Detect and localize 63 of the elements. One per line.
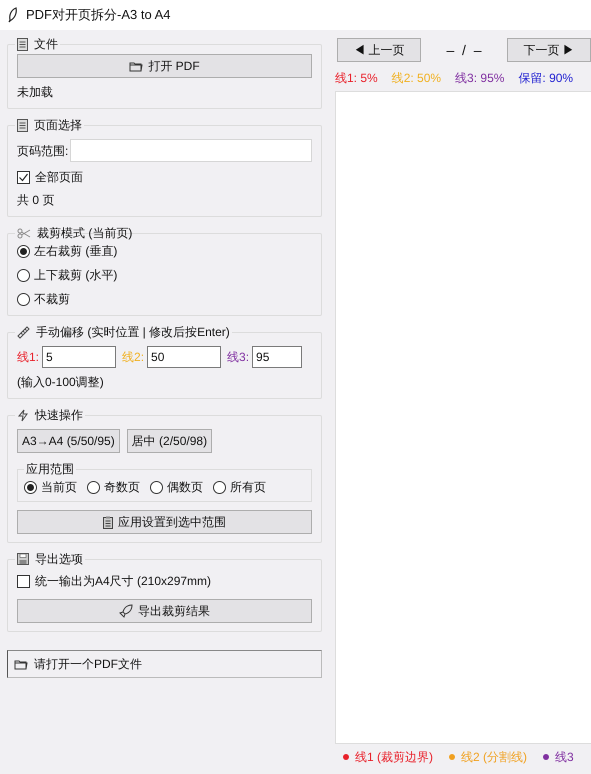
radio-button[interactable]: [24, 480, 37, 494]
pages-icon: [17, 118, 28, 132]
radio-button[interactable]: [17, 268, 30, 282]
field-label: 页码范围:: [17, 142, 68, 158]
radio-button[interactable]: [150, 480, 163, 494]
line-readout: 线3: 95%: [455, 70, 504, 86]
group-title: 文件: [34, 36, 58, 52]
preset-button[interactable]: 居中 (2/50/98): [126, 429, 212, 453]
group-title: 快速操作: [35, 407, 83, 423]
radio-label[interactable]: 上下裁剪 (水平): [34, 267, 118, 283]
line-label: 线3:: [227, 349, 250, 365]
legend-label: 线3: [555, 749, 574, 765]
radio-label[interactable]: 当前页: [41, 479, 77, 495]
line-readout: 线1: 5%: [335, 70, 378, 86]
checkbox-label[interactable]: 全部页面: [35, 169, 83, 185]
page-count: 共 0 页: [17, 192, 56, 208]
line-label: 线2:: [122, 349, 144, 365]
page-indicator: – / –: [445, 42, 483, 58]
line-value-field[interactable]: 5: [42, 346, 116, 368]
group-box: 裁剪模式 (当前页) 左右裁剪 (垂直) 上下裁剪 (水平) 不裁剪: [7, 225, 322, 316]
window-title: PDF对开页拆分-A3 to A4: [26, 7, 170, 23]
export-button[interactable]: 导出裁剪结果: [17, 599, 312, 623]
lightning-icon: [17, 408, 29, 422]
next-page-button[interactable]: 下一页 ▶: [507, 38, 591, 62]
line-readout: 线2: 50%: [392, 70, 442, 86]
preset-button[interactable]: A3→A4 (5/50/95): [17, 429, 120, 453]
line-value-field[interactable]: 95: [252, 346, 302, 368]
legend-label: 线2 (分割线): [461, 749, 527, 765]
previous-page-button[interactable]: ◀ 上一页: [337, 38, 421, 62]
legend-label: 线1 (裁剪边界): [355, 749, 433, 765]
group-title: 页面选择: [34, 117, 82, 133]
radio-label[interactable]: 左右裁剪 (垂直): [34, 243, 118, 259]
folder-icon: [14, 658, 28, 670]
line-value-field[interactable]: 50: [147, 346, 222, 368]
radio-button[interactable]: [213, 480, 226, 494]
open-pdf-button[interactable]: 打开 PDF: [17, 54, 312, 78]
document-icon: [17, 38, 28, 50]
clipboard-icon: [103, 516, 113, 528]
apply-settings-button[interactable]: 应用设置到选中范围: [17, 510, 312, 534]
rocket-icon: [119, 604, 133, 618]
radio-button[interactable]: [87, 480, 100, 494]
page-range-field[interactable]: [70, 139, 312, 162]
radio-button[interactable]: [17, 244, 30, 258]
radio-label[interactable]: 不裁剪: [34, 291, 70, 307]
checkbox-label[interactable]: 统一输出为A4尺寸 (210x297mm): [35, 573, 212, 589]
group-title: 应用范围: [26, 462, 74, 476]
folder-icon: [129, 60, 144, 72]
status-text: 未加载: [17, 84, 54, 100]
group-title: 手动偏移 (实时位置 | 修改后按Enter): [36, 324, 230, 340]
radio-button[interactable]: [17, 292, 30, 306]
ruler-icon: [17, 326, 30, 338]
checkbox[interactable]: [17, 170, 30, 184]
radio-label[interactable]: 奇数页: [104, 479, 140, 495]
hint-text: (输入0-100调整): [17, 374, 105, 390]
checkbox[interactable]: [17, 574, 30, 588]
radio-label[interactable]: 偶数页: [167, 479, 203, 495]
line-readout: 保留: 90%: [518, 70, 574, 86]
feather-icon: [8, 7, 18, 23]
radio-label[interactable]: 所有页: [230, 479, 266, 495]
status-bar: 请打开一个PDF文件: [7, 650, 322, 678]
group-title: 导出选项: [35, 551, 83, 567]
line-label: 线1:: [17, 349, 40, 365]
scissors-icon: [17, 228, 31, 238]
